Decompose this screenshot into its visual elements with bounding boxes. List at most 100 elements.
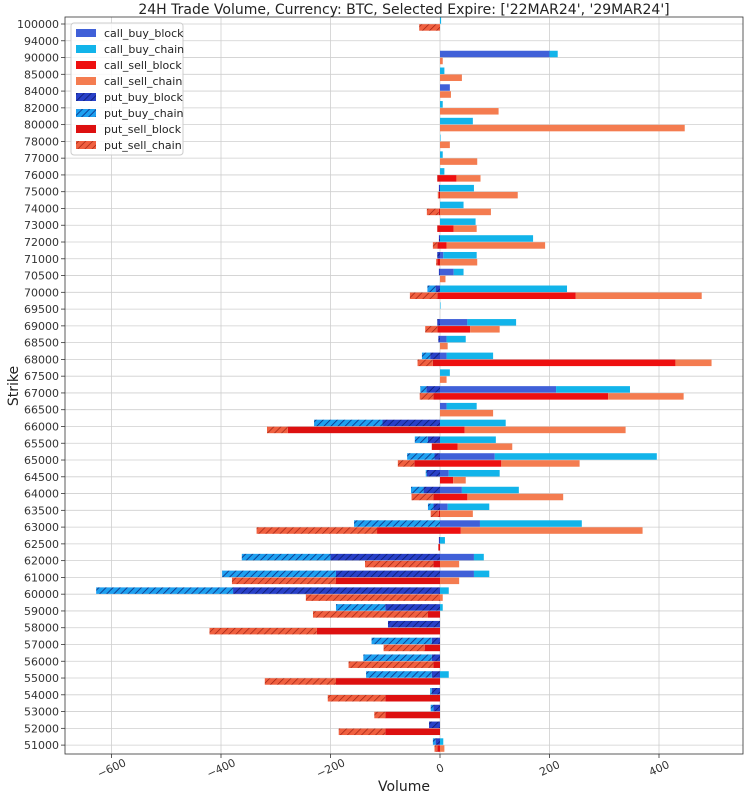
y-tick-label: 73000 (24, 219, 59, 232)
bar-call-sell-chain (446, 242, 546, 249)
bar-put-sell-block (424, 644, 440, 652)
y-tick-label: 53000 (24, 706, 59, 719)
y-tick-label: 67000 (24, 387, 59, 400)
bar-call-buy-block (440, 520, 480, 527)
bar-call-buy-chain (556, 386, 630, 393)
bar-put-sell-chain (417, 359, 433, 367)
bar-put-buy-block (431, 637, 440, 645)
bar-call-sell-block (440, 225, 454, 232)
y-tick-label: 58000 (24, 622, 59, 635)
bar-call-sell-chain (440, 208, 491, 216)
y-tick-label: 100000 (17, 18, 59, 31)
bar-call-buy-chain (448, 469, 500, 477)
bar-put-sell-chain (419, 24, 440, 31)
legend-swatch-put-buy-block (76, 93, 96, 101)
bar-put-sell-chain (312, 611, 428, 618)
bar-put-buy-block (434, 453, 440, 460)
bar-call-buy-block (440, 453, 495, 460)
bar-call-sell-block (440, 292, 576, 300)
bar-put-sell-chain (437, 191, 439, 199)
bar-put-sell-chain (425, 326, 438, 333)
bar-put-buy-block (438, 235, 440, 242)
bar-put-buy-chain (430, 688, 432, 695)
bar-put-buy-block (423, 486, 440, 494)
y-tick-label: 59000 (24, 605, 59, 618)
bar-call-buy-block (440, 319, 468, 326)
bar-put-sell-chain (264, 678, 336, 685)
legend-swatch-call-sell-chain (76, 77, 96, 85)
y-tick-label: 62500 (24, 538, 59, 551)
y-tick-label: 84000 (24, 85, 59, 98)
legend: call_buy_block call_buy_chain call_sell_bl… (70, 22, 184, 156)
bar-call-buy-block (440, 503, 448, 511)
bar-put-sell-block (287, 426, 440, 434)
bar-put-sell-block (437, 292, 440, 300)
bar-call-sell-chain (440, 141, 450, 149)
bar-call-buy-chain (440, 17, 442, 24)
bar-call-sell-chain (460, 527, 643, 534)
bar-put-sell-chain (348, 661, 434, 668)
legend-label-put-sell-block: put_sell_block (104, 123, 182, 136)
bar-call-buy-chain (479, 520, 582, 527)
bar-put-sell-block (437, 745, 440, 752)
bar-call-sell-chain (440, 74, 462, 82)
bar-call-buy-chain (440, 587, 449, 594)
bar-call-buy-chain (467, 319, 517, 326)
bar-put-buy-chain (420, 386, 427, 393)
bar-call-sell-chain (470, 326, 500, 333)
bar-call-buy-block (440, 553, 474, 561)
bar-put-buy-chain (430, 704, 434, 712)
y-tick-label: 70000 (24, 286, 59, 299)
bar-put-buy-chain (410, 486, 424, 494)
bar-call-buy-chain (440, 101, 443, 108)
bar-call-sell-chain (464, 426, 626, 434)
bar-put-buy-chain (414, 436, 428, 443)
bar-put-buy-block (437, 319, 440, 326)
bar-put-buy-block (438, 335, 440, 343)
bar-call-sell-chain (453, 225, 477, 232)
bar-put-buy-block (426, 469, 440, 477)
bar-put-buy-block (438, 537, 440, 544)
bar-put-sell-block (437, 175, 440, 182)
y-tick-label: 66000 (24, 420, 59, 433)
y-tick-label: 77000 (24, 152, 59, 165)
bar-put-sell-block (438, 191, 440, 199)
y-tick-label: 54000 (24, 689, 59, 702)
bar-call-buy-block (440, 469, 449, 477)
bar-put-sell-chain (397, 460, 415, 467)
y-tick-label: 64500 (24, 471, 59, 484)
y-tick-label: 69000 (24, 320, 59, 333)
bar-call-buy-chain (446, 335, 466, 343)
bar-put-buy-block (435, 285, 440, 293)
bar-put-sell-chain (327, 695, 386, 702)
bar-put-sell-block (385, 711, 440, 719)
bar-put-buy-block (433, 503, 440, 511)
legend-label-call-sell-block: call_sell_block (104, 59, 182, 72)
bar-put-sell-block (385, 695, 440, 702)
bar-call-sell-block (440, 393, 609, 400)
y-axis-ticks: 100000 94000 90000 85000 84000 82000 80000 7800… (17, 18, 65, 752)
bar-put-sell-chain (338, 728, 386, 736)
bar-call-sell-chain (440, 745, 445, 752)
y-tick-label: 69500 (24, 303, 59, 316)
bar-put-buy-chain (432, 738, 436, 745)
x-tick-label: −400 (205, 756, 238, 781)
bar-call-buy-block (440, 251, 444, 259)
y-tick-label: 76000 (24, 169, 59, 182)
bar-put-sell-block (432, 359, 440, 367)
bar-put-buy-chain (427, 503, 434, 511)
bar-call-buy-block (440, 268, 454, 276)
y-tick-label: 68500 (24, 337, 59, 350)
bar-put-sell-block (438, 208, 440, 216)
y-tick-label: 56000 (24, 655, 59, 668)
bar-call-sell-chain (440, 108, 499, 115)
bar-put-sell-block (433, 493, 440, 501)
bar-call-buy-block (440, 335, 447, 343)
bar-put-sell-block (437, 242, 440, 249)
bar-call-buy-chain (440, 117, 473, 125)
bar-put-sell-chain (426, 208, 439, 216)
bar-call-buy-chain (440, 671, 449, 678)
bar-call-sell-chain (440, 560, 460, 568)
bar-put-buy-block (431, 654, 440, 661)
bar-put-buy-chain (354, 520, 440, 527)
